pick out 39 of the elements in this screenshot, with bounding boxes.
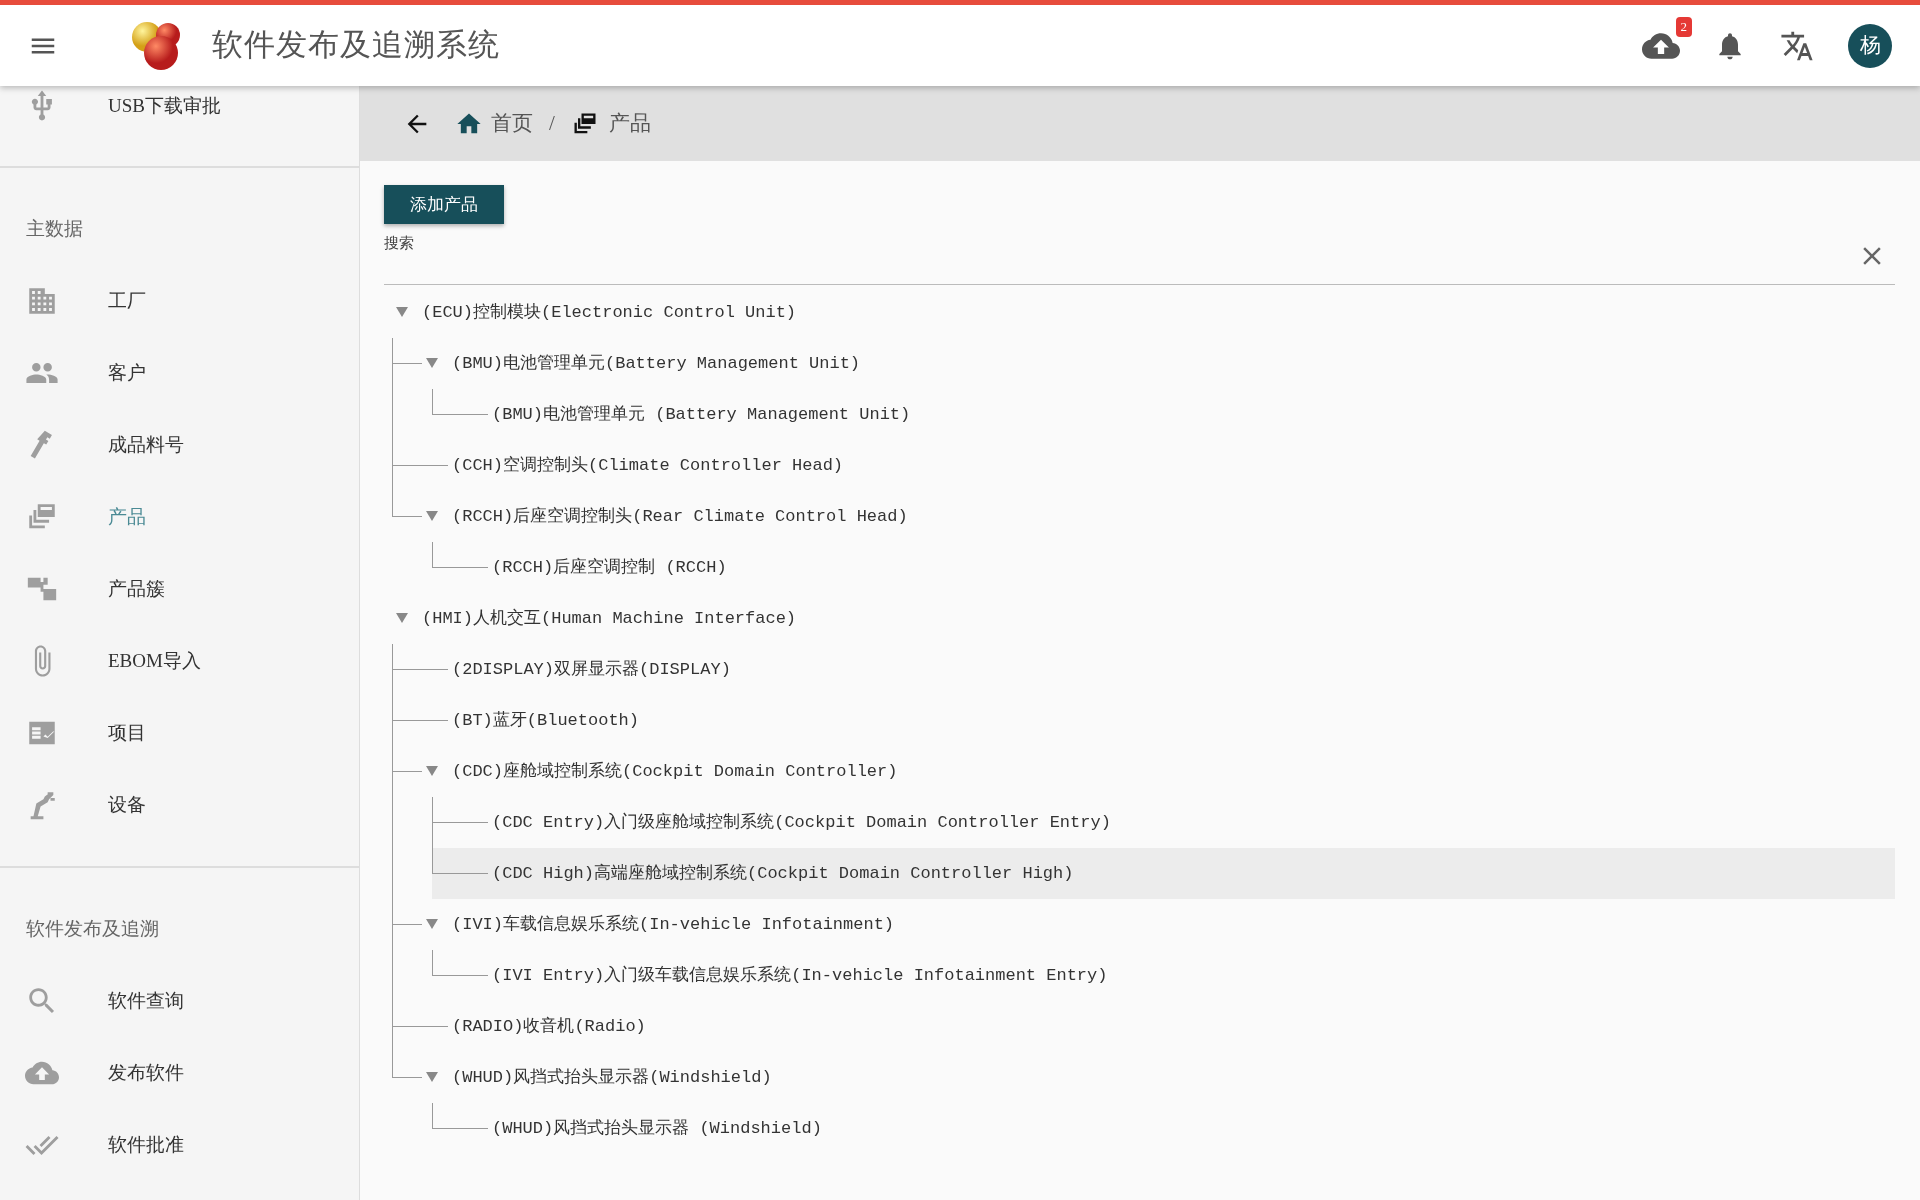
tree-row[interactable]: (WHUD)风挡式抬头显示器 (Windshield) bbox=[432, 1102, 1895, 1154]
tree-row[interactable]: (BT)蓝牙(Bluetooth) bbox=[392, 694, 1895, 746]
tree-row[interactable]: (HMI)人机交互(Human Machine Interface) bbox=[392, 592, 1895, 644]
notification-badge: 2 bbox=[1675, 16, 1692, 37]
sidebar-item[interactable]: 软件批准 bbox=[0, 1109, 359, 1182]
sidebar-item[interactable]: 成品料号 bbox=[0, 409, 359, 482]
sidebar-item[interactable]: 客户 bbox=[0, 337, 359, 410]
add-product-button[interactable]: 添加产品 bbox=[384, 185, 504, 225]
tree-row[interactable]: (RCCH)后座空调控制头(Rear Climate Control Head) bbox=[392, 490, 1895, 542]
sidebar-item[interactable]: 软件查询 bbox=[0, 965, 359, 1038]
tree-row[interactable]: (IVI)车载信息娱乐系统(In-vehicle Infotainment) bbox=[392, 898, 1895, 950]
sidebar-item[interactable]: USB下载审批 bbox=[0, 86, 359, 127]
breadcrumb-link[interactable]: 产品 bbox=[608, 108, 651, 140]
sidebar-item[interactable]: 工厂 bbox=[0, 265, 359, 338]
sidebar-item[interactable]: 设备 bbox=[0, 769, 359, 842]
user-avatar[interactable]: 杨 bbox=[1848, 23, 1892, 68]
breadcrumb-link[interactable]: 首页 bbox=[491, 108, 533, 140]
tree-row[interactable]: (BMU)电池管理单元(Battery Management Unit) bbox=[392, 337, 1895, 389]
tree-row[interactable]: (RADIO)收音机(Radio) bbox=[392, 1000, 1895, 1052]
tree-row[interactable]: (2DISPLAY)双屏显示器(DISPLAY) bbox=[392, 643, 1895, 695]
tree-row[interactable]: (ECU)控制模块(Electronic Control Unit) bbox=[392, 286, 1895, 338]
breadcrumb-separator: / bbox=[549, 110, 555, 138]
tree-row[interactable]: (CDC)座舱域控制系统(Cockpit Domain Controller) bbox=[392, 745, 1895, 797]
sidebar-item[interactable]: 发布软件 bbox=[0, 1037, 359, 1110]
tree-row[interactable]: (IVI Entry)入门级车载信息娱乐系统(In-vehicle Infotainment Entry) bbox=[432, 949, 1895, 1001]
search-label: 搜索 bbox=[384, 234, 415, 254]
sidebar-item[interactable]: 产品 bbox=[0, 481, 359, 554]
section-heading: 主数据 bbox=[25, 217, 84, 242]
sidebar-item[interactable]: 产品簇 bbox=[0, 553, 359, 626]
tree-row[interactable]: (CDC High)高端座舱域控制系统(Cockpit Domain Controller High) bbox=[432, 847, 1895, 899]
sidebar-item[interactable]: EBOM导入 bbox=[0, 625, 359, 698]
tree-row[interactable]: (RCCH)后座空调控制 (RCCH) bbox=[432, 541, 1895, 593]
tree-row[interactable]: (WHUD)风挡式抬头显示器(Windshield) bbox=[392, 1051, 1895, 1103]
tree-row[interactable]: (BMU)电池管理单元 (Battery Management Unit) bbox=[432, 388, 1895, 440]
app-title: 软件发布及追溯系统 bbox=[212, 26, 500, 65]
sidebar-item[interactable]: 项目 bbox=[0, 697, 359, 770]
tree-row[interactable]: (CCH)空调控制头(Climate Controller Head) bbox=[392, 439, 1895, 491]
section-heading: 软件发布及追溯 bbox=[25, 917, 160, 942]
tree-row[interactable]: (CDC Entry)入门级座舱域控制系统(Cockpit Domain Controller Entry) bbox=[432, 796, 1895, 848]
